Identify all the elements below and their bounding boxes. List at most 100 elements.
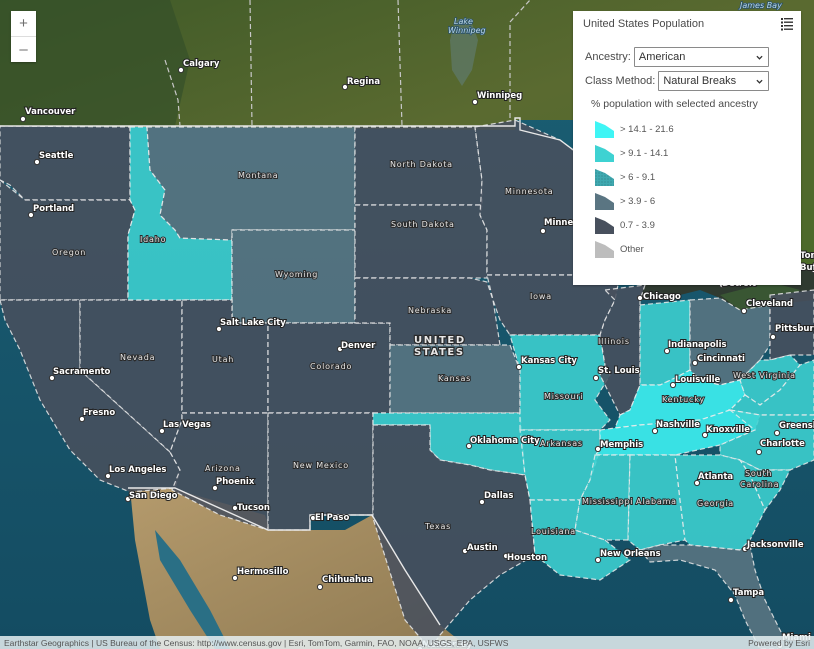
state-label: North Dakota [390,160,453,169]
city-label: Kansas City [521,356,577,366]
ancestry-row: Ancestry: American [585,47,769,67]
population-panel: United States Population Ancestry: Ameri… [573,11,801,285]
legend-title: % population with selected ancestry [591,98,758,110]
legend-label: > 3.9 - 6 [620,195,656,207]
state-label: Illinois [598,337,630,346]
zoom-in-button[interactable]: + [11,11,36,36]
legend-swatch [595,168,614,186]
legend-swatch [595,216,614,234]
legend-swatch [595,120,614,138]
city-label: Sacramento [53,367,111,377]
class-method-label: Class Method: [585,75,656,87]
city-marker [740,307,748,315]
legend-label: Other [620,243,644,255]
legend-item: > 14.1 - 21.6 [595,117,674,141]
state-label: Colorado [310,362,352,371]
attribution-bar: Earthstar Geographics | US Bureau of the… [0,636,814,649]
city-label: Memphis [600,440,643,450]
state-label: Kansas [438,374,471,383]
city-marker [592,374,600,382]
state-label: Mississippi [582,497,633,506]
legend-label: > 9.1 - 14.1 [620,147,669,159]
city-label: Pittsburgh [775,324,814,334]
legend: > 14.1 - 21.6 > 9.1 - 14.1 > 6 - 9.1 > 3.9 … [595,117,674,261]
state-missouri[interactable] [509,334,611,431]
city-label: Fresno [83,408,115,418]
city-label: Tucson [237,503,270,513]
city-label: Atlanta [698,472,733,482]
ancestry-value: American [638,51,686,63]
city-label: Seattle [39,151,74,161]
attribution-sources[interactable]: Earthstar Geographics | US Bureau of the… [4,638,508,648]
state-label: Missouri [544,392,583,401]
ancestry-label: Ancestry: [585,51,631,63]
state-label: Iowa [530,292,552,301]
class-method-select[interactable]: Natural Breaks [658,71,770,91]
city-label: Indianapolis [668,340,727,350]
country-label: UNITED [414,335,466,346]
chevron-down-icon [756,79,763,84]
city-label: Calgary [183,59,220,69]
zoom-out-button[interactable]: – [11,36,36,62]
city-label: Winnipeg [477,91,522,101]
state-label: Oregon [52,248,86,257]
city-label: Louisville [675,375,721,385]
list-icon[interactable] [781,18,793,31]
legend-label: 0.7 - 3.9 [620,219,655,231]
city-marker [755,448,763,456]
city-label: Vancouver [25,107,76,117]
city-marker [19,115,27,123]
ancestry-select[interactable]: American [633,47,769,67]
state-label: Georgia [697,499,734,508]
state-label: Minnesota [505,187,554,196]
state-label: Idaho [140,235,166,244]
legend-swatch [595,240,614,258]
city-label: Nashville [656,420,700,430]
state-montana[interactable] [146,126,356,241]
city-label: El Paso [315,513,349,523]
city-label: Dallas [484,491,513,501]
legend-item: Other [595,237,674,261]
state-label: Wyoming [275,270,318,279]
city-label: Salt Lake City [220,318,286,328]
city-marker [773,429,781,437]
state-label: Montana [238,171,278,180]
water-label: James Bay [738,1,782,10]
legend-item: > 9.1 - 14.1 [595,141,674,165]
chevron-down-icon [756,55,763,60]
state-south-dakota[interactable] [354,204,488,279]
state-label: Louisiana [531,527,576,536]
water-label: Winnipeg [448,26,486,35]
state-label: Carolina [740,480,779,489]
powered-by-esri[interactable]: Powered by Esri [748,638,810,648]
city-label: Oklahoma City [470,436,540,446]
state-label: Utah [212,355,234,364]
city-label: Buffalo [800,263,814,273]
city-label: Toronto [800,251,814,261]
legend-label: > 6 - 9.1 [620,171,656,183]
city-label: Cincinnati [697,354,745,364]
city-marker [316,583,324,591]
class-method-value: Natural Breaks [663,75,737,87]
state-label: Arkansas [540,439,583,448]
city-label: Greensboro [779,421,814,431]
city-marker [539,227,547,235]
water-label: Lake [454,17,473,26]
city-label: St. Louis [598,366,640,376]
city-label: Phoenix [216,477,255,487]
state-label: Nebraska [408,306,452,315]
city-label: San Diego [129,491,178,501]
city-label: Denver [341,341,376,351]
city-label: Chicago [643,292,681,302]
city-label: Knoxville [706,425,750,435]
city-label: Tampa [733,588,764,598]
city-label: Portland [33,204,74,214]
city-label: Hermosillo [237,567,289,577]
city-label: Chihuahua [322,575,373,585]
state-washington[interactable] [0,125,131,201]
state-label: Texas [424,522,451,531]
city-label: Houston [507,553,547,563]
city-marker [769,333,777,341]
city-label: Regina [347,77,380,87]
state-label: Kentucky [662,395,705,404]
